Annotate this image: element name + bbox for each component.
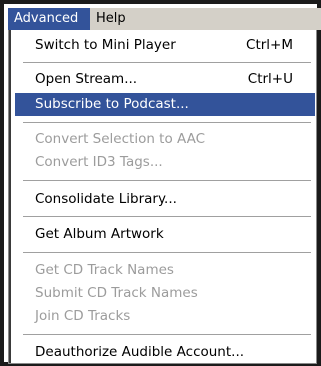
shortcut-label: Ctrl+U xyxy=(247,71,293,87)
menu-item-label: Consolidate Library... xyxy=(35,191,177,207)
menu-item-convert-selection-to-aac: Convert Selection to AAC xyxy=(15,128,315,151)
menu-item-get-album-artwork[interactable]: Get Album Artwork xyxy=(15,223,315,246)
menu-separator xyxy=(23,334,311,335)
menu-item-get-cd-track-names: Get CD Track Names xyxy=(15,259,315,282)
menu-item-consolidate-library[interactable]: Consolidate Library... xyxy=(15,188,315,211)
menu-help[interactable]: Help xyxy=(90,8,138,30)
menu-item-open-stream[interactable]: Open Stream... Ctrl+U xyxy=(15,68,315,91)
menu-separator xyxy=(23,122,311,123)
menu-separator xyxy=(23,62,311,63)
menu-item-label: Convert ID3 Tags... xyxy=(35,154,163,170)
menu-separator xyxy=(23,252,311,253)
menu-separator xyxy=(23,180,311,181)
menu-item-label: Open Stream... xyxy=(35,71,138,87)
menu-item-deauthorize-audible-account[interactable]: Deauthorize Audible Account... xyxy=(15,341,315,364)
menu-item-convert-id3-tags: Convert ID3 Tags... xyxy=(15,151,315,174)
menu-separator xyxy=(23,216,311,217)
menu-item-label: Get CD Track Names xyxy=(35,262,174,278)
menu-item-label: Join CD Tracks xyxy=(35,308,131,324)
menu-item-subscribe-to-podcast[interactable]: Subscribe to Podcast... xyxy=(15,93,315,116)
menu-advanced[interactable]: Advanced xyxy=(8,8,90,30)
advanced-dropdown-menu: Switch to Mini Player Ctrl+M Open Stream… xyxy=(8,30,317,364)
window-frame: Advanced Help Switch to Mini Player Ctrl… xyxy=(0,0,321,366)
menu-item-label: Submit CD Track Names xyxy=(35,285,198,301)
menu-bar: Advanced Help xyxy=(8,8,321,30)
menu-item-switch-to-mini-player[interactable]: Switch to Mini Player Ctrl+M xyxy=(15,34,315,57)
menu-item-label: Subscribe to Podcast... xyxy=(35,96,189,112)
shortcut-label: Ctrl+M xyxy=(246,37,293,53)
menu-item-label: Deauthorize Audible Account... xyxy=(35,344,245,360)
menu-item-label: Switch to Mini Player xyxy=(35,37,176,53)
menu-item-label: Get Album Artwork xyxy=(35,226,164,242)
menu-item-label: Convert Selection to AAC xyxy=(35,131,206,147)
menu-item-submit-cd-track-names: Submit CD Track Names xyxy=(15,282,315,305)
menu-item-join-cd-tracks: Join CD Tracks xyxy=(15,305,315,328)
